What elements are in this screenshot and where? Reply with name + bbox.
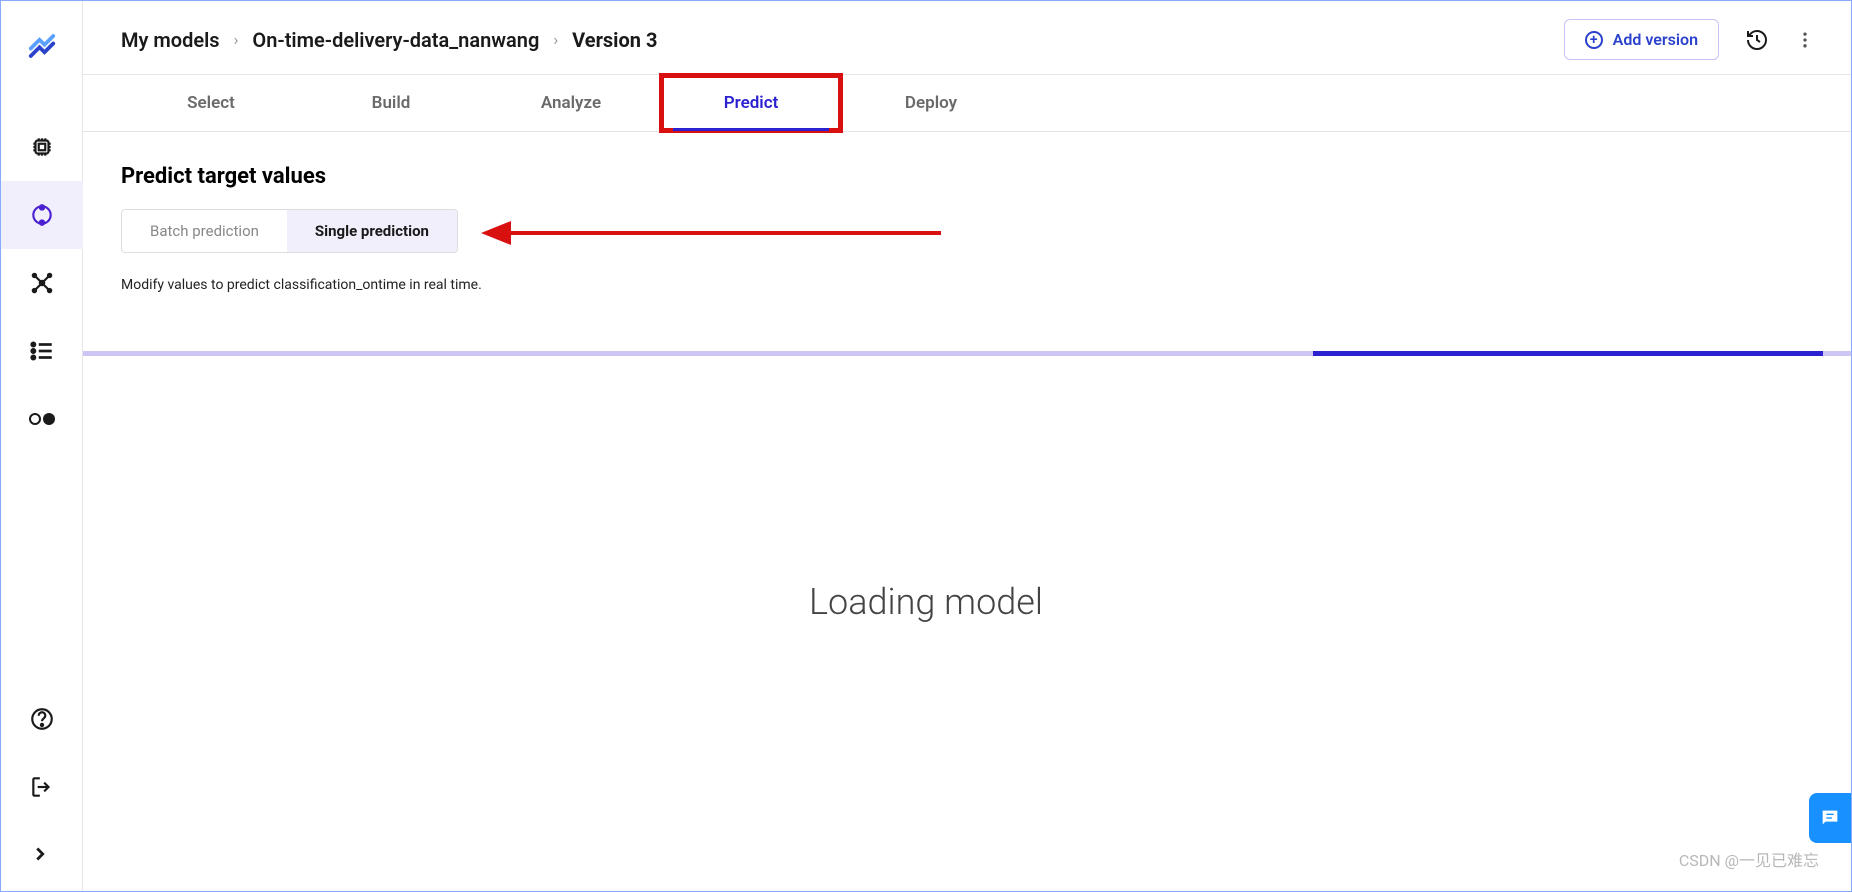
sidebar-item-help[interactable] <box>1 685 83 753</box>
single-prediction-button[interactable]: Single prediction <box>287 210 457 252</box>
add-version-label: Add version <box>1613 30 1698 49</box>
chevron-right-icon: › <box>234 30 239 49</box>
sidebar-item-toggle[interactable] <box>1 385 83 453</box>
more-menu-icon[interactable] <box>1795 28 1815 52</box>
chat-icon <box>1819 807 1841 829</box>
loading-progress-track <box>83 351 1851 356</box>
prediction-hint: Modify values to predict classification_… <box>121 277 1813 293</box>
brand-logo-icon[interactable] <box>27 31 57 61</box>
sidebar-item-chip[interactable] <box>1 113 83 181</box>
sidebar-item-list[interactable] <box>1 317 83 385</box>
history-icon[interactable] <box>1745 28 1769 52</box>
loading-message: Loading model <box>809 581 1043 623</box>
content-area: Predict target values Batch prediction S… <box>83 132 1851 293</box>
watermark-text: CSDN @一见已难忘 <box>1679 847 1819 871</box>
batch-prediction-button[interactable]: Batch prediction <box>122 210 287 252</box>
breadcrumb-model[interactable]: On-time-delivery-data_nanwang <box>252 28 539 52</box>
plus-circle-icon: + <box>1585 31 1603 49</box>
tab-build[interactable]: Build <box>301 75 481 131</box>
loading-progress-fill <box>1313 351 1823 356</box>
add-version-button[interactable]: + Add version <box>1564 19 1719 60</box>
tab-select[interactable]: Select <box>121 75 301 131</box>
tab-predict[interactable]: Predict <box>661 75 841 131</box>
breadcrumb-version: Version 3 <box>572 28 657 52</box>
main-area: My models › On-time-delivery-data_nanwan… <box>83 1 1851 891</box>
section-title: Predict target values <box>121 164 1813 189</box>
chat-fab-button[interactable] <box>1809 793 1851 843</box>
left-sidebar <box>1 1 83 891</box>
sidebar-item-logout[interactable] <box>1 753 83 821</box>
prediction-mode-toggle: Batch prediction Single prediction <box>121 209 458 253</box>
sidebar-item-model[interactable] <box>1 181 83 249</box>
tab-deploy[interactable]: Deploy <box>841 75 1021 131</box>
sidebar-item-graph[interactable] <box>1 249 83 317</box>
chevron-right-icon: › <box>553 30 558 49</box>
breadcrumb-root[interactable]: My models <box>121 28 220 52</box>
sidebar-expand-icon[interactable] <box>29 843 51 869</box>
tab-bar: Select Build Analyze Predict Deploy <box>83 75 1851 132</box>
page-header: My models › On-time-delivery-data_nanwan… <box>83 1 1851 75</box>
tab-analyze[interactable]: Analyze <box>481 75 661 131</box>
breadcrumb: My models › On-time-delivery-data_nanwan… <box>121 28 657 52</box>
